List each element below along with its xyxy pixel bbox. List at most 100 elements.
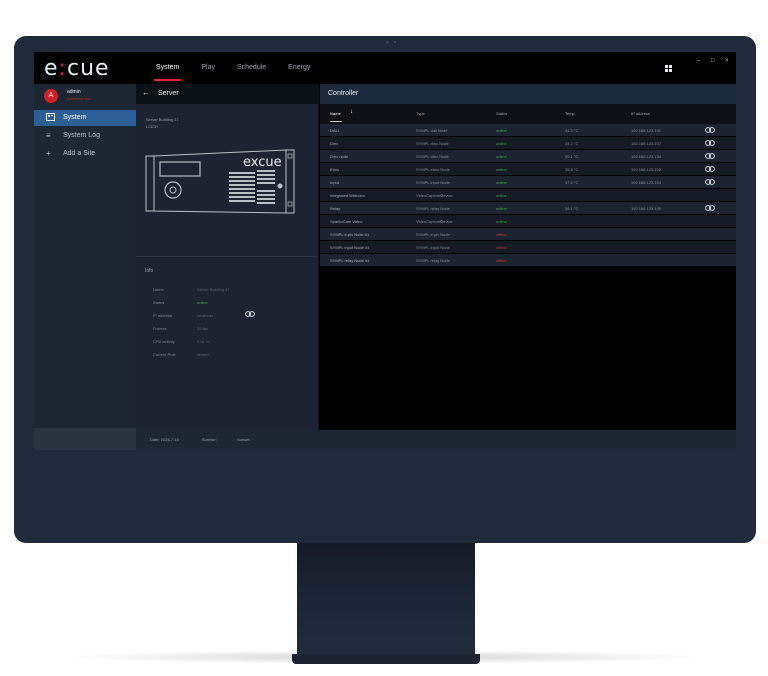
windows-grid-icon[interactable] — [665, 65, 672, 72]
device-logo: excue — [243, 155, 282, 170]
table-header: Name ↓ Type Status Temp. IP address — [320, 104, 736, 124]
table-row[interactable]: SparkoCam Video VideoCaptureDevice online — [320, 215, 736, 228]
cell-type: SYMPL dali Node — [416, 128, 448, 133]
sidebar-item-system-log[interactable]: ≡ System Log — [34, 128, 136, 144]
panel-title: Controller — [328, 90, 359, 97]
sunset-label: Sunset: — [237, 437, 251, 442]
cell-temp: 36.1 °C — [565, 206, 579, 211]
controller-panel: Controller Name ↓ Type Status Temp. IP a… — [320, 84, 736, 430]
plus-icon: + — [46, 149, 51, 158]
server-device-illustration: excue — [145, 149, 295, 214]
date-label: Date: 2024-7-15 — [150, 437, 179, 442]
column-header-name[interactable]: Name — [330, 111, 342, 122]
link-icon[interactable] — [705, 166, 715, 173]
cell-name: Ebus — [330, 167, 340, 172]
link-icon[interactable] — [705, 179, 715, 186]
sidebar-item-label: System — [63, 114, 87, 121]
column-header-status[interactable]: Status — [496, 111, 507, 116]
table-row[interactable]: SYMPL e:pix Node #1 SYMPL e:pix Node offli… — [320, 228, 736, 241]
user-profile[interactable]: A admin Administrator — [34, 84, 136, 106]
monitor-stand-base — [292, 654, 480, 664]
cell-type: SYMPL e:pix Node — [416, 232, 450, 237]
sunrise-label: Sunrise: — [202, 437, 217, 442]
link-icon[interactable] — [705, 127, 715, 134]
cell-temp: 35.8 °C — [565, 167, 579, 172]
column-header-type[interactable]: Type — [416, 111, 425, 116]
column-header-temp[interactable]: Temp. — [565, 111, 576, 116]
sidebar: A admin Administrator System ≡ System Lo… — [34, 84, 136, 450]
maximize-icon[interactable]: □ — [711, 58, 715, 64]
product-render: e:cue System Play Schedule Energy – □ × … — [0, 0, 768, 676]
table-row[interactable]: DALI SYMPL dali Node online 41.3 °C 192.168.… — [320, 124, 736, 137]
cell-type: SYMPL dmx Node — [416, 141, 449, 146]
cell-name: Integrated Webcam — [330, 193, 365, 198]
cell-type: SYMPL dmx Node — [416, 154, 449, 159]
table-row[interactable]: SYMPL relay Node #1 SYMPL relay Node offli… — [320, 254, 736, 267]
sidebar-item-system[interactable]: System — [34, 110, 136, 126]
tab-play[interactable]: Play — [201, 52, 215, 84]
cell-status: online — [496, 167, 507, 172]
cell-temp: 37.4 °C — [565, 180, 579, 185]
cell-name: Dmx node — [330, 154, 349, 159]
sidebar-item-add-site[interactable]: + Add a Site — [34, 146, 136, 162]
cell-status: online — [496, 141, 507, 146]
tab-energy[interactable]: Energy — [288, 52, 310, 84]
status-bar: Date: 2024-7-15 Sunrise: Sunset: — [136, 430, 736, 450]
cell-temp: 34.2 °C — [565, 141, 579, 146]
cell-name: Input — [330, 180, 339, 185]
table-row[interactable]: Input SYMPL input Node online 37.4 °C 192.16… — [320, 176, 736, 189]
table-row[interactable]: Integrated Webcam VideoCaptureDevice onlin… — [320, 189, 736, 202]
table-row[interactable]: Dmx SYMPL dmx Node online 34.2 °C 192.168.12… — [320, 137, 736, 150]
info-heading: Info — [145, 268, 154, 274]
camera-dot — [386, 41, 389, 44]
cell-status: offline — [496, 232, 507, 237]
cell-name: SYMPL e:pix Node #1 — [330, 232, 370, 237]
cell-ip: 192.168.123.134 — [631, 154, 662, 159]
cell-type: VideoCaptureDevice — [416, 193, 453, 198]
column-header-ip[interactable]: IP address — [631, 111, 650, 116]
cell-ip: 192.168.123.101 — [631, 128, 662, 133]
cell-status: online — [496, 154, 507, 159]
list-icon: ≡ — [46, 131, 51, 140]
server-panel-header: ← Server — [136, 84, 318, 104]
cell-status: online — [496, 128, 507, 133]
cell-name: Dmx — [330, 141, 339, 146]
cell-ip: 192.168.123.107 — [631, 141, 662, 146]
divider — [136, 256, 318, 257]
top-bar: e:cue System Play Schedule Energy – □ × — [34, 52, 736, 84]
cell-type: SYMPL input Node — [416, 180, 450, 185]
table-row[interactable]: Ebus SYMPL ebus Node online 35.8 °C 192.168.… — [320, 163, 736, 176]
sidebar-footer — [34, 428, 136, 450]
link-icon[interactable] — [705, 205, 715, 212]
cell-status: offline — [496, 245, 507, 250]
minimize-icon[interactable]: – — [697, 58, 700, 64]
excue-logo: e:cue — [44, 56, 110, 81]
user-role: Administrator — [67, 96, 91, 101]
sidebar-item-label: Add a Site — [63, 150, 96, 157]
camera-sensor — [394, 41, 396, 43]
table-row[interactable]: SYMPL input Node #1 SYMPL input Node offli… — [320, 241, 736, 254]
link-icon[interactable] — [245, 311, 255, 318]
table-row[interactable]: Dmx node SYMPL dmx Node online 50.1 °C 192.1… — [320, 150, 736, 163]
cell-name: SparkoCam Video — [330, 219, 363, 224]
cell-name: SYMPL relay Node #1 — [330, 258, 370, 263]
link-icon[interactable] — [705, 140, 715, 147]
cell-type: SYMPL relay Node — [416, 206, 450, 211]
cell-ip: 192.168.123.104 — [631, 180, 662, 185]
close-icon[interactable]: × — [725, 58, 729, 64]
server-model: LCE3+ — [146, 124, 159, 129]
link-icon[interactable] — [705, 153, 715, 160]
status-badge: online — [197, 300, 208, 305]
tab-schedule[interactable]: Schedule — [237, 52, 266, 84]
cell-temp: 50.1 °C — [565, 154, 579, 159]
main-nav: System Play Schedule Energy — [153, 52, 332, 84]
table-row[interactable]: Relay SYMPL relay Node online 36.1 °C 192.16… — [320, 202, 736, 215]
back-arrow-icon[interactable]: ← — [142, 88, 150, 97]
cell-status: online — [496, 180, 507, 185]
cell-status: offline — [496, 258, 507, 263]
cell-type: SYMPL input Node — [416, 245, 450, 250]
tab-system[interactable]: System — [153, 52, 182, 84]
avatar: A — [44, 89, 58, 103]
table-body: DALI SYMPL dali Node online 41.3 °C 192.168.… — [320, 124, 736, 267]
sort-down-arrow-icon[interactable]: ↓ — [350, 109, 353, 115]
